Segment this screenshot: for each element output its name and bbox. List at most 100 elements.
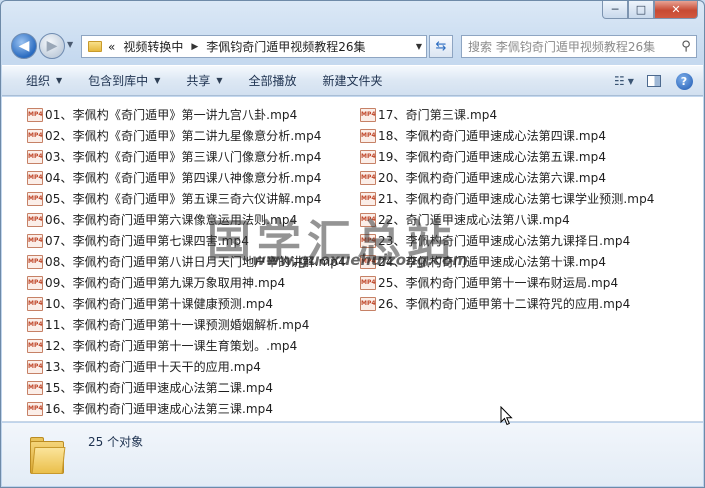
mp4-file-icon: MP4 [27, 254, 43, 269]
include-in-library-label: 包含到库中 [88, 74, 149, 88]
mp4-file-icon: MP4 [360, 128, 376, 143]
back-button[interactable]: ◀ [11, 33, 37, 59]
breadcrumb-separator-icon[interactable]: ▶ [191, 42, 198, 52]
file-name: 16、李佩杓奇门遁甲速成心法第三课.mp4 [45, 402, 274, 416]
mp4-file-icon: MP4 [27, 149, 43, 164]
file-name: 25、李佩杓奇门遁甲第十一课布财运局.mp4 [378, 276, 619, 290]
mp4-file-icon: MP4 [27, 275, 43, 290]
watermark-url: www.guoxuehuizong.com [252, 251, 469, 269]
mp4-file-icon: MP4 [360, 149, 376, 164]
mp4-file-icon: MP4 [27, 359, 43, 374]
file-name: 17、奇门第三课.mp4 [378, 108, 498, 122]
mp4-file-icon: MP4 [27, 296, 43, 311]
file-name: 19、李佩杓奇门遁甲速成心法第五课.mp4 [378, 150, 607, 164]
arrow-left-icon: ◀ [18, 38, 30, 54]
maximize-button[interactable]: □ [628, 1, 654, 19]
mp4-file-icon: MP4 [360, 107, 376, 122]
address-dropdown-icon[interactable]: ▼ [416, 42, 422, 51]
file-item[interactable]: MP4 16、李佩杓奇门遁甲速成心法第三课.mp4 [27, 398, 357, 419]
file-item[interactable]: MP4 11、李佩杓奇门遁甲第十一课预测婚姻解析.mp4 [27, 314, 357, 335]
breadcrumb-item[interactable]: 视频转换中 [123, 38, 183, 55]
file-item[interactable]: MP4 01、李佩杓《奇门遁甲》第一讲九宫八卦.mp4 [27, 104, 357, 125]
mouse-cursor-icon [500, 406, 513, 426]
refresh-button[interactable]: ⇆ [429, 35, 453, 58]
file-item[interactable]: MP4 10、李佩杓奇门遁甲第十课健康预测.mp4 [27, 293, 357, 314]
file-item[interactable]: MP4 12、李佩杓奇门遁甲第十一课生育策划。.mp4 [27, 335, 357, 356]
file-name: 03、李佩杓《奇门遁甲》第三课八门像意分析.mp4 [45, 150, 322, 164]
details-pane: 25 个对象 [2, 423, 703, 486]
mp4-file-icon: MP4 [27, 191, 43, 206]
file-name: 10、李佩杓奇门遁甲第十课健康预测.mp4 [45, 297, 274, 311]
mp4-file-icon: MP4 [360, 275, 376, 290]
mp4-file-icon: MP4 [27, 212, 43, 227]
command-bar: 组织 ▼ 包含到库中 ▼ 共享 ▼ 全部播放 新建文件夹 ☷ ▼ ? [2, 65, 703, 96]
organize-menu[interactable]: 组织 ▼ [26, 72, 62, 89]
file-item[interactable]: MP4 09、李佩杓奇门遁甲第九课万象取用神.mp4 [27, 272, 357, 293]
explorer-window: ─ □ ✕ ◀ ▶ ▼ « 视频转换中 ▶ 李佩钧奇门遁甲视频教程26集 ▼ ⇆… [0, 0, 705, 488]
file-item[interactable]: MP4 13、李佩杓奇门遁甲十天干的应用.mp4 [27, 356, 357, 377]
file-item[interactable]: MP4 02、李佩杓《奇门遁甲》第二讲九星像意分析.mp4 [27, 125, 357, 146]
file-item[interactable]: MP4 17、奇门第三课.mp4 [360, 104, 700, 125]
toolbar-right: ☷ ▼ ? [605, 70, 695, 92]
file-name: 02、李佩杓《奇门遁甲》第二讲九星像意分析.mp4 [45, 129, 322, 143]
share-menu[interactable]: 共享 ▼ [186, 72, 222, 89]
file-name: 12、李佩杓奇门遁甲第十一课生育策划。.mp4 [45, 339, 298, 353]
caption-buttons: ─ □ ✕ [602, 1, 698, 19]
folder-icon [30, 435, 66, 475]
navigation-bar: ◀ ▶ ▼ « 视频转换中 ▶ 李佩钧奇门遁甲视频教程26集 ▼ ⇆ 搜索 李佩… [9, 31, 697, 61]
file-list: MP4 01、李佩杓《奇门遁甲》第一讲九宫八卦.mp4 MP4 02、李佩杓《奇门遁甲… [2, 97, 703, 422]
preview-pane-button[interactable] [643, 70, 665, 92]
file-item[interactable]: MP4 15、李佩杓奇门遁甲速成心法第二课.mp4 [27, 377, 357, 398]
refresh-icon: ⇆ [435, 39, 447, 54]
chevron-down-icon: ▼ [627, 76, 634, 86]
recent-pages-dropdown[interactable]: ▼ [67, 40, 73, 49]
file-name: 20、李佩杓奇门遁甲速成心法第六课.mp4 [378, 171, 607, 185]
mp4-file-icon: MP4 [27, 128, 43, 143]
search-icon[interactable]: ⚲ [676, 39, 696, 54]
file-item[interactable]: MP4 26、李佩杓奇门遁甲第十二课符咒的应用.mp4 [360, 293, 700, 314]
file-name: 13、李佩杓奇门遁甲十天干的应用.mp4 [45, 360, 262, 374]
item-count: 25 个对象 [88, 435, 144, 449]
chevron-down-icon: ▼ [67, 40, 74, 49]
file-item[interactable]: MP4 18、李佩杓奇门遁甲速成心法第四课.mp4 [360, 125, 700, 146]
include-in-library-menu[interactable]: 包含到库中 ▼ [88, 72, 160, 89]
file-name: 09、李佩杓奇门遁甲第九课万象取用神.mp4 [45, 276, 286, 290]
arrow-right-icon: ▶ [46, 38, 58, 54]
new-folder-button[interactable]: 新建文件夹 [323, 72, 383, 89]
mp4-file-icon: MP4 [27, 338, 43, 353]
help-icon: ? [675, 72, 693, 90]
file-name: 26、李佩杓奇门遁甲第十二课符咒的应用.mp4 [378, 297, 631, 311]
folder-icon [88, 41, 102, 52]
mp4-file-icon: MP4 [360, 191, 376, 206]
file-item[interactable]: MP4 04、李佩杓《奇门遁甲》第四课八神像意分析.mp4 [27, 167, 357, 188]
search-input[interactable]: 搜索 李佩钧奇门遁甲视频教程26集 [468, 38, 676, 55]
file-item[interactable]: MP4 03、李佩杓《奇门遁甲》第三课八门像意分析.mp4 [27, 146, 357, 167]
view-options-button[interactable]: ☷ ▼ [613, 70, 635, 92]
breadcrumb-overflow[interactable]: « [108, 40, 115, 54]
mp4-file-icon: MP4 [360, 296, 376, 311]
mp4-file-icon: MP4 [360, 170, 376, 185]
play-all-button[interactable]: 全部播放 [249, 72, 297, 89]
view-list-icon: ☷ [614, 74, 625, 88]
close-button[interactable]: ✕ [654, 1, 698, 19]
new-folder-label: 新建文件夹 [322, 74, 383, 88]
help-button[interactable]: ? [673, 70, 695, 92]
file-item[interactable]: MP4 20、李佩杓奇门遁甲速成心法第六课.mp4 [360, 167, 700, 188]
breadcrumb-item-current[interactable]: 李佩钧奇门遁甲视频教程26集 [206, 38, 365, 55]
file-item[interactable]: MP4 19、李佩杓奇门遁甲速成心法第五课.mp4 [360, 146, 700, 167]
chevron-down-icon: ▼ [154, 76, 161, 85]
mp4-file-icon: MP4 [27, 233, 43, 248]
forward-button[interactable]: ▶ [39, 33, 65, 59]
mp4-file-icon: MP4 [27, 170, 43, 185]
mp4-file-icon: MP4 [27, 107, 43, 122]
preview-pane-icon [647, 75, 661, 87]
address-bar[interactable]: « 视频转换中 ▶ 李佩钧奇门遁甲视频教程26集 ▼ [81, 35, 427, 58]
mp4-file-icon: MP4 [27, 401, 43, 416]
file-name: 04、李佩杓《奇门遁甲》第四课八神像意分析.mp4 [45, 171, 322, 185]
file-item[interactable]: MP4 25、李佩杓奇门遁甲第十一课布财运局.mp4 [360, 272, 700, 293]
file-name: 18、李佩杓奇门遁甲速成心法第四课.mp4 [378, 129, 607, 143]
minimize-button[interactable]: ─ [602, 1, 628, 19]
organize-label: 组织 [26, 74, 51, 88]
search-box[interactable]: 搜索 李佩钧奇门遁甲视频教程26集 ⚲ [461, 35, 697, 58]
mp4-file-icon: MP4 [27, 380, 43, 395]
